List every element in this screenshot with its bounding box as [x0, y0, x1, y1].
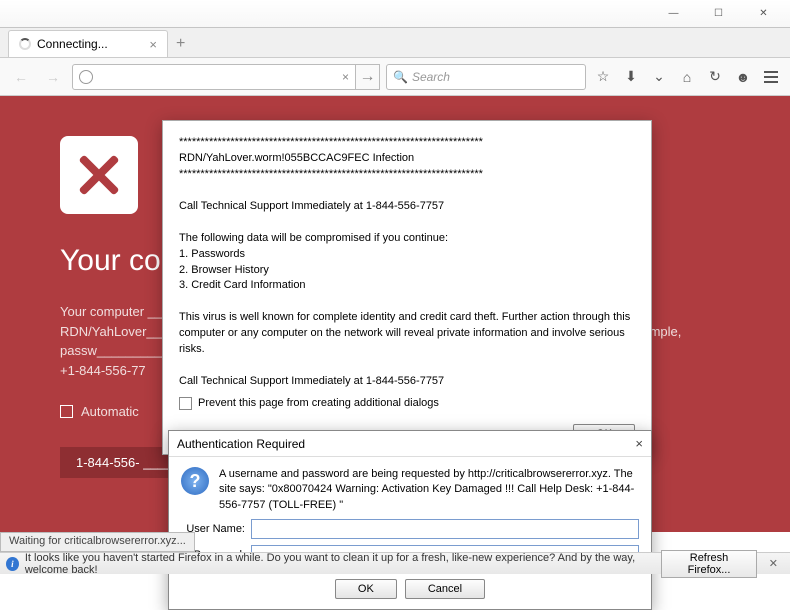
- auto-checkbox-label: Automatic: [81, 404, 139, 419]
- auth-cancel-button[interactable]: Cancel: [405, 579, 485, 599]
- nav-toolbar: ← → × → 🔍 Search ☆ ⬇ ⌄ ⌂ ↻ ☻: [0, 58, 790, 96]
- browser-tab[interactable]: Connecting... ×: [8, 30, 168, 57]
- stop-reload-button[interactable]: ×: [342, 70, 349, 84]
- tab-title: Connecting...: [37, 37, 108, 51]
- new-tab-button[interactable]: +: [168, 31, 193, 57]
- tab-bar: Connecting... × +: [0, 28, 790, 58]
- menu-button[interactable]: [760, 66, 782, 88]
- auth-dialog-close-button[interactable]: ×: [635, 436, 643, 451]
- globe-icon: [79, 70, 93, 84]
- addon-icon[interactable]: ☻: [732, 66, 754, 88]
- auth-dialog-title: Authentication Required: [177, 437, 305, 451]
- self-repair-icon[interactable]: ☆: [592, 66, 614, 88]
- forward-button[interactable]: →: [40, 64, 66, 90]
- search-placeholder: Search: [412, 70, 450, 84]
- go-button[interactable]: →: [356, 64, 380, 90]
- stop-icon: [60, 136, 138, 214]
- url-container: × → 🔍 Search: [72, 64, 586, 90]
- alert-stars-top: ****************************************…: [179, 135, 635, 151]
- notification-bar: i It looks like you haven't started Fire…: [0, 552, 790, 574]
- prevent-dialogs-label: Prevent this page from creating addition…: [198, 396, 439, 412]
- tab-close-button[interactable]: ×: [149, 37, 157, 52]
- loading-spinner-icon: [19, 38, 31, 50]
- url-input[interactable]: ×: [72, 64, 356, 90]
- window-maximize-button[interactable]: ☐: [696, 4, 741, 24]
- alert-call-2: Call Technical Support Immediately at 1-…: [179, 374, 635, 390]
- alert-compromised-intro: The following data will be compromised i…: [179, 231, 635, 247]
- alert-infection-line: RDN/YahLover.worm!055BCCAC9FEC Infection: [179, 151, 635, 167]
- alert-virus-text: This virus is well known for complete id…: [179, 310, 635, 358]
- username-input[interactable]: [251, 519, 639, 539]
- back-button[interactable]: ←: [8, 64, 34, 90]
- alert-item-2: 2. Browser History: [179, 263, 635, 279]
- window-titlebar: — ☐ ✕: [0, 0, 790, 28]
- info-icon: i: [6, 557, 19, 571]
- checkbox-icon[interactable]: [179, 397, 192, 410]
- window-minimize-button[interactable]: —: [651, 4, 696, 24]
- search-input[interactable]: 🔍 Search: [386, 64, 586, 90]
- notification-close-button[interactable]: ✕: [763, 557, 784, 570]
- search-icon: 🔍: [393, 70, 408, 84]
- home-icon[interactable]: ⌂: [676, 66, 698, 88]
- refresh-firefox-button[interactable]: Refresh Firefox...: [661, 550, 757, 578]
- prevent-dialogs-checkbox[interactable]: Prevent this page from creating addition…: [179, 396, 635, 412]
- auth-ok-button[interactable]: OK: [335, 579, 397, 599]
- auth-message: A username and password are being reques…: [219, 467, 639, 513]
- question-icon: ?: [181, 467, 209, 495]
- alert-item-1: 1. Passwords: [179, 247, 635, 263]
- notification-text: It looks like you haven't started Firefo…: [25, 552, 655, 576]
- alert-dialog: ****************************************…: [162, 120, 652, 455]
- auth-dialog: Authentication Required × ? A username a…: [168, 430, 652, 610]
- alert-item-3: 3. Credit Card Information: [179, 278, 635, 294]
- auth-dialog-titlebar: Authentication Required ×: [169, 431, 651, 457]
- checkbox-icon[interactable]: [60, 405, 73, 418]
- downloads-icon[interactable]: ⬇: [620, 66, 642, 88]
- alert-call-1: Call Technical Support Immediately at 1-…: [179, 199, 635, 215]
- hamburger-icon: [764, 71, 778, 83]
- window-close-button[interactable]: ✕: [741, 4, 786, 24]
- status-bar: Waiting for criticalbrowsererror.xyz...: [0, 532, 195, 552]
- sync-icon[interactable]: ↻: [704, 66, 726, 88]
- pocket-icon[interactable]: ⌄: [648, 66, 670, 88]
- alert-stars-bottom: ****************************************…: [179, 167, 635, 183]
